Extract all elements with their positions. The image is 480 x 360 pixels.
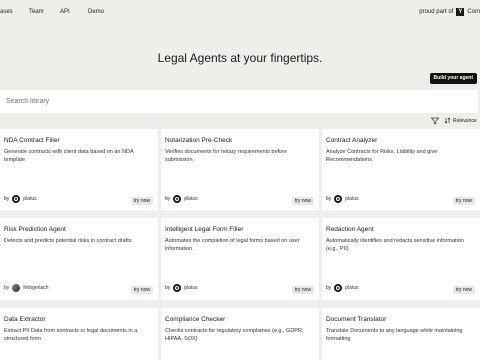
card-description: Translate Documents to any language whil… — [326, 328, 463, 342]
author-avatar — [12, 284, 21, 292]
nav-proud-part[interactable]: proud part of Y Com — [419, 8, 480, 16]
card-title: Document Translator — [326, 316, 387, 323]
author-avatar — [173, 195, 182, 203]
try-now-button[interactable]: try now — [130, 197, 153, 205]
try-now-button[interactable]: try now — [452, 286, 475, 294]
card-title: Risk Prediction Agent — [4, 226, 66, 233]
card-title: Contract Analyzer — [326, 137, 378, 144]
author-avatar — [12, 195, 21, 203]
by-label: by — [165, 285, 171, 291]
search-input[interactable] — [6, 90, 406, 113]
filter-icon[interactable] — [431, 117, 439, 125]
top-nav: ases Team API Demo proud part of Y Com — [0, 0, 480, 26]
card-description: Automates the completion of legal forms … — [165, 238, 300, 252]
card-description: Checks contracts for regulatory complian… — [165, 328, 304, 342]
try-now-button[interactable]: try now — [452, 197, 475, 205]
try-now-button[interactable]: try now — [130, 286, 153, 294]
card-author: by platus — [165, 195, 198, 203]
author-name: platus — [184, 196, 198, 202]
card-description: Extract PII Data from contracts or legal… — [4, 328, 138, 342]
card-title: NDA Contract Filler — [4, 137, 60, 144]
author-avatar — [173, 284, 182, 292]
try-now-button[interactable]: try now — [291, 197, 314, 205]
author-name: platus — [345, 196, 359, 202]
proud-text: proud part of — [419, 9, 454, 15]
by-label: by — [4, 285, 10, 291]
card-author: by platus — [165, 284, 198, 292]
author-avatar — [334, 195, 343, 203]
author-avatar — [334, 284, 343, 292]
nav-link-cases[interactable]: ases — [0, 9, 13, 15]
sort-icon — [444, 117, 451, 124]
y-combinator-icon: Y — [456, 8, 465, 16]
by-label: by — [326, 285, 332, 291]
sort-label: Relevance — [453, 117, 477, 124]
nav-link-api[interactable]: API — [60, 9, 70, 15]
card-author: by felixgerlach — [4, 284, 49, 292]
search-bar[interactable] — [0, 90, 478, 113]
brand-text: Com — [467, 9, 480, 15]
agent-card[interactable]: Redaction Agent Automatically identifies… — [322, 218, 480, 300]
card-description: Detects and predicts potential risks in … — [4, 238, 134, 244]
by-label: by — [326, 196, 332, 202]
nav-link-team[interactable]: Team — [29, 9, 44, 15]
agent-card[interactable]: NDA Contract Filler Generate contracts w… — [0, 129, 158, 211]
agent-card[interactable]: Document Translator Translate Documents … — [322, 308, 480, 360]
author-name: felixgerlach — [23, 285, 49, 291]
by-label: by — [4, 196, 10, 202]
card-author: by platus — [326, 195, 359, 203]
page-title: Legal Agents at your fingertips. — [157, 51, 323, 65]
card-author: by platus — [4, 195, 37, 203]
by-label: by — [165, 196, 171, 202]
agent-card[interactable]: Data Extractor Extract PII Data from con… — [0, 308, 158, 360]
card-title: Data Extractor — [4, 316, 46, 323]
card-title: Intelligent Legal Form Filler — [165, 226, 244, 233]
author-name: platus — [345, 285, 359, 291]
agent-card[interactable]: Contract Analyzer Analyze Contracts for … — [322, 129, 480, 211]
sort-dropdown[interactable]: Relevance — [444, 117, 477, 124]
card-title: Notarization Pre-Check — [165, 137, 233, 144]
card-title: Compliance Checker — [165, 316, 226, 323]
build-agent-button[interactable]: Build your agent — [429, 73, 477, 84]
nav-link-demo[interactable]: Demo — [88, 9, 104, 15]
card-description: Verifies documents for notary requiremen… — [165, 149, 287, 163]
card-author: by platus — [326, 284, 359, 292]
agent-card[interactable]: Notarization Pre-Check Verifies document… — [161, 129, 319, 211]
agent-card[interactable]: Compliance Checker Checks contracts for … — [161, 308, 319, 360]
card-description: Generate contracts with client data base… — [4, 149, 134, 163]
agent-card[interactable]: Risk Prediction Agent Detects and predic… — [0, 218, 158, 300]
agent-card[interactable]: Intelligent Legal Form Filler Automates … — [161, 218, 319, 300]
try-now-button[interactable]: try now — [291, 286, 314, 294]
card-title: Redaction Agent — [326, 226, 374, 233]
card-description: Automatically identifies and redacts sen… — [326, 238, 464, 252]
author-name: platus — [23, 196, 37, 202]
author-name: platus — [184, 285, 198, 291]
card-description: Analyze Contracts for Risks, Liability a… — [326, 149, 438, 163]
